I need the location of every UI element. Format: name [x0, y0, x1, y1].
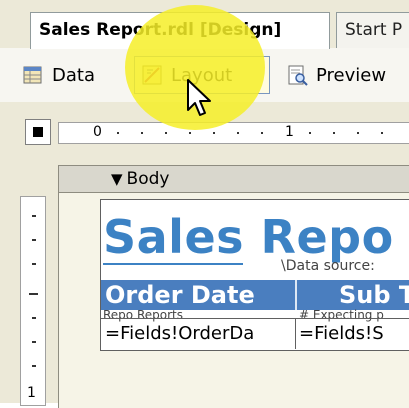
header-cell-sub-total[interactable]: Sub T	[339, 280, 409, 310]
ruler-corner-button[interactable]	[25, 119, 51, 145]
horizontal-ruler: 0 1	[58, 122, 409, 144]
preview-icon	[286, 64, 308, 86]
vertical-ruler: 1	[20, 196, 46, 406]
ruler-tick	[141, 132, 143, 134]
tab-sales-report-design[interactable]: Sales Report.rdl [Design]	[30, 12, 330, 49]
ruler-tick	[32, 317, 36, 319]
data-source-textbox[interactable]: \Data source:	[281, 258, 375, 274]
ruler-tick	[309, 132, 311, 134]
ruler-tick	[357, 132, 359, 134]
ruler-tick	[32, 365, 36, 367]
body-band-label: Body	[126, 169, 170, 189]
ruler-tick	[32, 239, 36, 241]
ruler-label-0: 0	[93, 124, 102, 140]
report-body[interactable]: Sales Repo \Data source: Order Date Sub …	[100, 199, 409, 351]
body-band-header[interactable]: ▼ Body	[58, 165, 409, 193]
ruler-label-1: 1	[285, 124, 294, 140]
ruler-tick	[165, 132, 167, 134]
detail-divider	[295, 319, 296, 349]
ruler-tick	[32, 263, 36, 265]
tab-data[interactable]: Data	[16, 56, 126, 94]
ruler-tick	[237, 132, 239, 134]
dataset-icon	[22, 64, 44, 86]
tab-preview[interactable]: Preview	[280, 56, 409, 94]
report-title-textbox[interactable]: Sales Repo	[103, 210, 394, 264]
layout-icon	[141, 64, 163, 86]
ruler-tick	[29, 293, 38, 295]
mouse-pointer-icon	[186, 78, 214, 122]
ruler-tick	[381, 132, 383, 134]
ruler-tick	[32, 215, 36, 217]
tab-data-label: Data	[52, 64, 95, 86]
ruler-tick	[333, 132, 335, 134]
tab-start-page[interactable]: Start P	[336, 12, 409, 48]
title-underline	[103, 263, 243, 265]
detail-cell-sub-total[interactable]: =Fields!S	[299, 320, 409, 348]
ruler-label-v1: 1	[27, 385, 36, 401]
ruler-tick	[261, 132, 263, 134]
header-cell-order-date[interactable]: Order Date	[105, 280, 293, 310]
ruler-tick	[32, 341, 36, 343]
header-divider	[295, 280, 297, 310]
designer-window: Sales Report.rdl [Design] Start P Data L…	[0, 0, 409, 408]
down-arrow-icon: ▼	[111, 170, 123, 188]
document-tab-strip: Sales Report.rdl [Design] Start P	[0, 0, 409, 49]
tab-preview-label: Preview	[316, 64, 387, 86]
ruler-tick	[117, 132, 119, 134]
ruler-tick	[213, 132, 215, 134]
detail-cell-order-date[interactable]: =Fields!OrderDa	[105, 320, 293, 348]
ruler-tick	[189, 132, 191, 134]
